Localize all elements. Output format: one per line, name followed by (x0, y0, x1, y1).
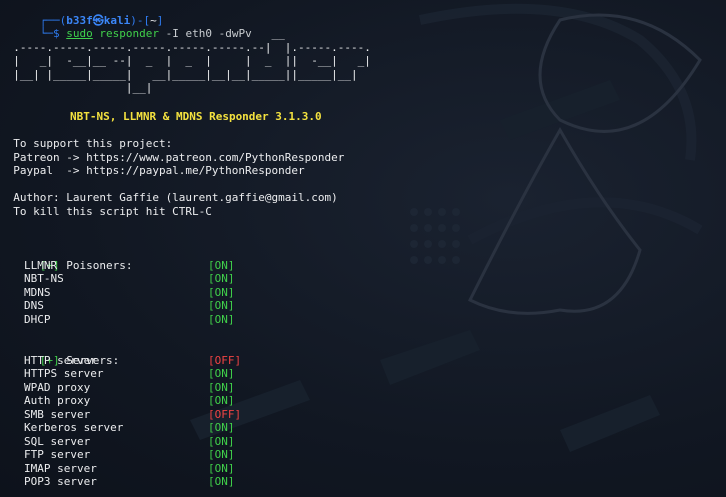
server-row: WPAD proxy [ON] (0, 380, 235, 395)
responder-title: NBT-NS, LLMNR & MDNS Responder 3.1.3.0 (70, 110, 322, 123)
server-status: [ON] (208, 421, 235, 434)
server-row: FTP server [ON] (0, 448, 235, 462)
server-status: [ON] (208, 380, 235, 394)
poisoners-header-text: Poisoners: (59, 258, 133, 272)
poisoner-row: DNS [ON] (0, 299, 235, 313)
server-row: Auth proxy [ON] (0, 394, 235, 408)
poisoner-row: DHCP [ON] (0, 312, 235, 327)
server-row: HTTPS server [ON] (0, 367, 235, 381)
servers-header: [+] Servers: (0, 340, 119, 367)
server-row: SQL server [ON] (0, 434, 235, 449)
support-line: Paypal -> https://paypal.me/PythonRespon… (0, 164, 305, 177)
server-name: HTTP server (24, 353, 97, 367)
server-status: [ON] (208, 367, 235, 380)
server-status: [ON] (208, 434, 235, 448)
server-name: IMAP server (24, 461, 97, 475)
banner-art-line: |__| (0, 81, 153, 94)
server-name: SMB server (24, 407, 91, 421)
server-status: [ON] (208, 461, 235, 475)
poisoner-name: LLMNR (24, 258, 58, 272)
server-row: POP3 server [ON] (0, 475, 235, 489)
server-status: [OFF] (208, 353, 242, 367)
server-name: SQL server (24, 434, 91, 448)
banner-art-line: __ (0, 27, 285, 40)
poisoner-name: DNS (24, 299, 44, 312)
server-name: Kerberos server (24, 421, 124, 434)
terminal-window[interactable]: ┌──(b33f㉿kali)-[~] └─$ sudo responder -I… (0, 0, 726, 497)
server-status: [ON] (208, 448, 235, 461)
poisoners-header: [+] Poisoners: (0, 245, 133, 272)
banner-art-line: | _| -__|__ --| _ | _ | | _ || -__| _| (0, 54, 371, 67)
prompt-line: ┌──(b33f㉿kali)-[~] (0, 0, 164, 27)
server-status: [OFF] (208, 407, 242, 421)
poisoner-row: LLMNR [ON] (0, 258, 235, 273)
poisoner-status: [ON] (208, 312, 235, 326)
poisoner-status: [ON] (208, 272, 235, 285)
command-line[interactable]: └─$ sudo responder -I eth0 -dwPv (0, 14, 252, 40)
server-status: [ON] (208, 475, 235, 488)
poisoner-status: [ON] (208, 299, 235, 312)
author-line: To kill this script hit CTRL-C (0, 204, 212, 218)
server-name: FTP server (24, 448, 91, 461)
banner-art-line: |__| |_____|_____| __|_____|__|__|_____|… (0, 67, 358, 81)
server-row: IMAP server [ON] (0, 461, 235, 476)
server-row: Kerberos server [ON] (0, 421, 235, 435)
server-row: HTTP server [OFF] (0, 353, 241, 368)
poisoner-name: NBT-NS (24, 272, 64, 285)
server-name: WPAD proxy (24, 380, 91, 394)
server-name: POP3 server (24, 475, 97, 488)
server-status: [ON] (208, 394, 235, 407)
poisoner-row: NBT-NS [ON] (0, 272, 235, 286)
poisoner-name: MDNS (24, 285, 51, 299)
poisoner-status: [ON] (208, 285, 235, 299)
poisoner-status: [ON] (208, 258, 235, 272)
server-row: SMB server [OFF] (0, 407, 241, 422)
poisoner-name: DHCP (24, 312, 51, 326)
server-name: Auth proxy (24, 394, 91, 407)
support-line: To support this project: (0, 137, 173, 150)
support-line: Patreon -> https://www.patreon.com/Pytho… (0, 150, 345, 164)
banner-art-line: .----.-----.-----.-----.-----.-----.--| … (0, 40, 371, 54)
server-name: HTTPS server (24, 367, 104, 380)
author-line: Author: Laurent Gaffie (laurent.gaffie@g… (0, 191, 338, 204)
poisoner-row: MDNS [ON] (0, 285, 235, 300)
